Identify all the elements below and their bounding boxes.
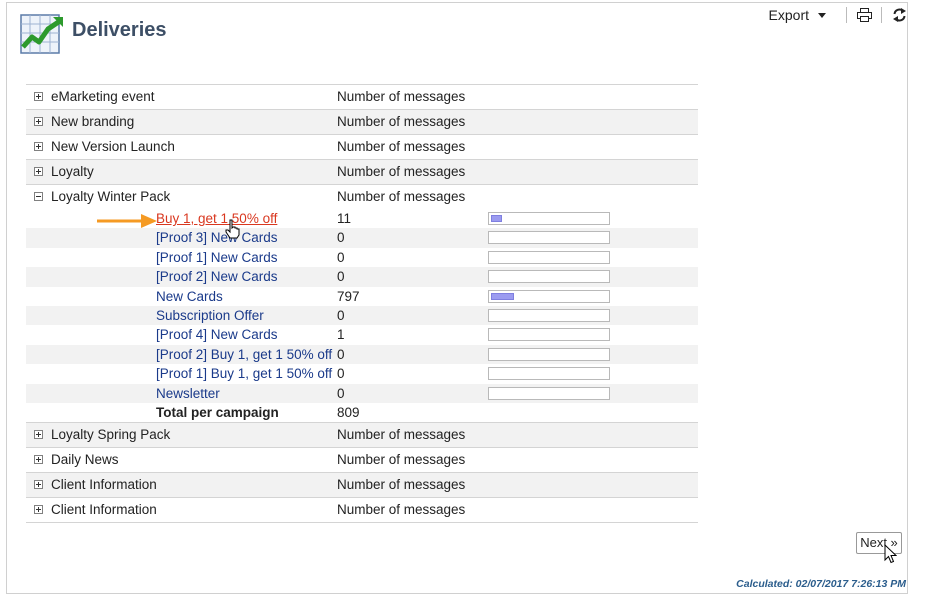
toolbar: Export (769, 6, 908, 24)
expand-icon[interactable] (34, 480, 43, 490)
expand-icon[interactable] (34, 505, 43, 515)
chart-icon (20, 11, 64, 55)
total-value: 809 (337, 404, 360, 420)
metric-label: Number of messages (337, 139, 466, 154)
metric-label: Number of messages (337, 427, 466, 443)
group-label: New branding (51, 114, 135, 129)
metric-label: Number of messages (337, 89, 466, 104)
progress-bar-fill (491, 215, 502, 222)
delivery-count: 0 (337, 307, 345, 323)
group-row[interactable]: Loyalty Winter Pack Number of messages (26, 184, 698, 209)
delivery-count: 797 (337, 288, 360, 304)
delivery-row: [Proof 2] New Cards 0 (26, 267, 698, 287)
progress-bar (488, 328, 610, 342)
group-row[interactable]: eMarketing event Number of messages (26, 84, 698, 109)
group-row[interactable]: Client Information Number of messages (26, 497, 698, 524)
arrow-icon (96, 213, 158, 234)
delivery-link[interactable]: [Proof 2] Buy 1, get 1 50% off (156, 347, 332, 362)
group-label: Daily News (51, 452, 119, 468)
expand-icon[interactable] (34, 142, 43, 151)
delivery-count: 0 (337, 385, 345, 401)
metric-label: Number of messages (337, 502, 466, 518)
progress-bar (488, 308, 610, 322)
group-label: New Version Launch (51, 139, 175, 154)
delivery-link[interactable]: [Proof 2] New Cards (156, 269, 278, 284)
delivery-row: Newsletter 0 (26, 383, 698, 403)
expand-icon[interactable] (34, 92, 43, 101)
chevron-down-icon (818, 12, 826, 18)
delivery-link[interactable]: [Proof 1] New Cards (156, 250, 278, 265)
group-row[interactable]: Loyalty Spring Pack Number of messages (26, 422, 698, 448)
delivery-link[interactable]: New Cards (156, 289, 223, 304)
group-row[interactable]: Loyalty Number of messages (26, 159, 698, 184)
delivery-row: Subscription Offer 0 (26, 305, 698, 326)
group-row[interactable]: New branding Number of messages (26, 109, 698, 134)
refresh-icon[interactable] (890, 6, 908, 24)
total-row: Total per campaign 809 (26, 403, 698, 422)
delivery-count: 11 (337, 211, 352, 226)
progress-bar (488, 367, 610, 381)
metric-label: Number of messages (337, 164, 466, 179)
toolbar-divider (881, 7, 882, 23)
calculated-timestamp: Calculated: 02/07/2017 7:26:13 PM (736, 578, 906, 590)
export-label: Export (768, 7, 809, 23)
metric-label: Number of messages (337, 189, 466, 204)
delivery-count: 1 (337, 327, 345, 343)
metric-label: Number of messages (337, 452, 466, 468)
progress-bar (488, 289, 610, 303)
expand-icon[interactable] (34, 430, 43, 440)
group-row[interactable]: Daily News Number of messages (26, 447, 698, 472)
progress-bar (488, 347, 610, 361)
delivery-count: 0 (337, 230, 345, 246)
progress-bar (488, 386, 610, 400)
delivery-link[interactable]: Buy 1, get 1 50% off (156, 211, 277, 226)
expand-icon[interactable] (34, 167, 43, 176)
group-row[interactable]: New Version Launch Number of messages (26, 134, 698, 159)
delivery-row: [Proof 4] New Cards 1 (26, 325, 698, 344)
group-label: Client Information (51, 502, 157, 518)
group-label: Loyalty (51, 164, 94, 179)
progress-bar (488, 270, 610, 284)
delivery-count: 0 (337, 366, 345, 382)
group-label: Client Information (51, 477, 157, 493)
toolbar-divider (846, 7, 847, 23)
hand-cursor-icon (225, 219, 241, 244)
progress-bar (488, 212, 610, 225)
delivery-count: 0 (337, 346, 345, 362)
metric-label: Number of messages (337, 114, 466, 129)
delivery-link[interactable]: Newsletter (156, 386, 220, 401)
delivery-row: New Cards 797 (26, 287, 698, 306)
delivery-row: [Proof 1] Buy 1, get 1 50% off 0 (26, 364, 698, 383)
group-label: eMarketing event (51, 89, 155, 104)
expand-icon[interactable] (34, 117, 43, 126)
progress-bar-fill (491, 292, 514, 300)
page-title: Deliveries (72, 19, 167, 41)
print-icon[interactable] (855, 6, 873, 24)
delivery-link[interactable]: [Proof 4] New Cards (156, 327, 278, 342)
group-row[interactable]: Client Information Number of messages (26, 472, 698, 498)
delivery-link[interactable]: Subscription Offer (156, 308, 264, 323)
delivery-link[interactable]: [Proof 1] Buy 1, get 1 50% off (156, 366, 332, 381)
group-label: Loyalty Spring Pack (51, 427, 171, 443)
delivery-row: [Proof 2] Buy 1, get 1 50% off 0 (26, 344, 698, 365)
export-button[interactable]: Export (769, 7, 826, 23)
metric-label: Number of messages (337, 477, 466, 493)
delivery-count: 0 (337, 269, 345, 285)
group-label: Loyalty Winter Pack (51, 189, 171, 204)
total-label: Total per campaign (156, 404, 279, 420)
delivery-count: 0 (337, 249, 345, 265)
collapse-icon[interactable] (34, 192, 43, 201)
progress-bar (488, 250, 610, 264)
delivery-row: [Proof 1] New Cards 0 (26, 248, 698, 267)
delivery-link[interactable]: [Proof 3] New Cards (156, 230, 278, 245)
expand-icon[interactable] (34, 455, 43, 465)
progress-bar (488, 231, 610, 245)
deliveries-table: eMarketing event Number of messages New br… (26, 84, 698, 524)
pointer-cursor-icon (884, 543, 898, 569)
